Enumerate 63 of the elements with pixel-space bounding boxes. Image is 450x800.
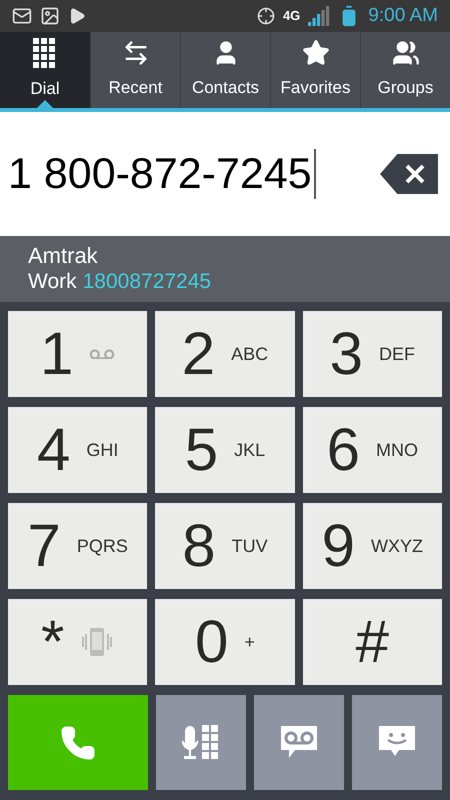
store-icon xyxy=(68,7,86,25)
dial-key[interactable]: # xyxy=(302,599,442,685)
network-type: 4G xyxy=(282,7,300,26)
tab[interactable]: Dial xyxy=(0,32,90,108)
voicemail-button[interactable] xyxy=(254,695,344,790)
key-digit: 5 xyxy=(184,420,218,480)
key-digit: 0 xyxy=(195,612,228,672)
dial-key[interactable]: 8 TUV xyxy=(155,503,295,589)
key-letters: MNO xyxy=(376,438,418,462)
dial-key[interactable]: 4 GHI xyxy=(8,407,148,493)
tab[interactable]: Favorites xyxy=(270,32,360,108)
backspace-button[interactable] xyxy=(380,154,438,194)
dial-key[interactable]: 6 MNO xyxy=(302,407,442,493)
mail-icon xyxy=(12,6,32,26)
tab[interactable]: Groups xyxy=(360,32,450,108)
call-button[interactable] xyxy=(8,695,148,790)
key-digit: 8 xyxy=(182,516,216,576)
key-digit: 4 xyxy=(36,420,70,480)
key-letters: TUV xyxy=(232,534,268,558)
key-digit: 7 xyxy=(27,516,61,576)
dial-key[interactable]: 7 PQRS xyxy=(8,503,148,589)
voice-dial-button[interactable] xyxy=(156,695,246,790)
image-icon xyxy=(40,6,60,26)
message-button[interactable] xyxy=(352,695,442,790)
voicemail-icon xyxy=(89,348,116,360)
keypad-icon xyxy=(33,38,57,68)
clock: 9:00 AM xyxy=(368,4,438,28)
key-letters: JKL xyxy=(234,438,266,462)
number-label: Work xyxy=(28,269,77,295)
tab[interactable]: Recent xyxy=(90,32,180,108)
key-digit: 3 xyxy=(330,324,363,384)
group-icon xyxy=(392,39,420,68)
key-digit: 1 xyxy=(40,324,74,384)
dial-key[interactable]: 2 ABC xyxy=(155,311,295,397)
dial-key[interactable]: 0 + xyxy=(155,599,295,685)
tab[interactable]: Contacts xyxy=(180,32,270,108)
dial-key[interactable]: * xyxy=(8,599,148,685)
contact-name: Amtrak xyxy=(28,243,99,269)
dial-key[interactable]: 5 JKL xyxy=(155,407,295,493)
key-digit: # xyxy=(356,612,389,672)
key-letters: GHI xyxy=(86,438,118,462)
key-digit: 6 xyxy=(326,420,360,480)
contact-number: 18008727245 xyxy=(82,269,212,295)
dial-key[interactable]: 1 xyxy=(8,311,148,397)
dialed-number: 1 800-872-7245 xyxy=(8,148,312,200)
key-digit: 2 xyxy=(182,324,216,384)
key-letters: DEF xyxy=(379,342,415,366)
key-letters: PQRS xyxy=(76,534,128,558)
location-icon xyxy=(256,7,275,25)
key-digit: * xyxy=(40,612,64,672)
star-icon xyxy=(302,39,330,68)
key-digit: 9 xyxy=(322,516,355,576)
phone-icon xyxy=(60,724,96,760)
dial-key[interactable]: 9 WXYZ xyxy=(302,503,442,589)
close-icon xyxy=(404,163,426,185)
contact-match[interactable]: Amtrak Work 18008727245 xyxy=(0,236,450,302)
dial-key[interactable]: 3 DEF xyxy=(302,311,442,397)
voicemail-message-icon xyxy=(281,726,317,760)
key-letters: + xyxy=(244,630,255,654)
key-letters: WXYZ xyxy=(371,534,423,558)
key-letters: ABC xyxy=(231,342,268,366)
signal-icon xyxy=(308,6,330,26)
vibrate-icon xyxy=(80,625,114,659)
